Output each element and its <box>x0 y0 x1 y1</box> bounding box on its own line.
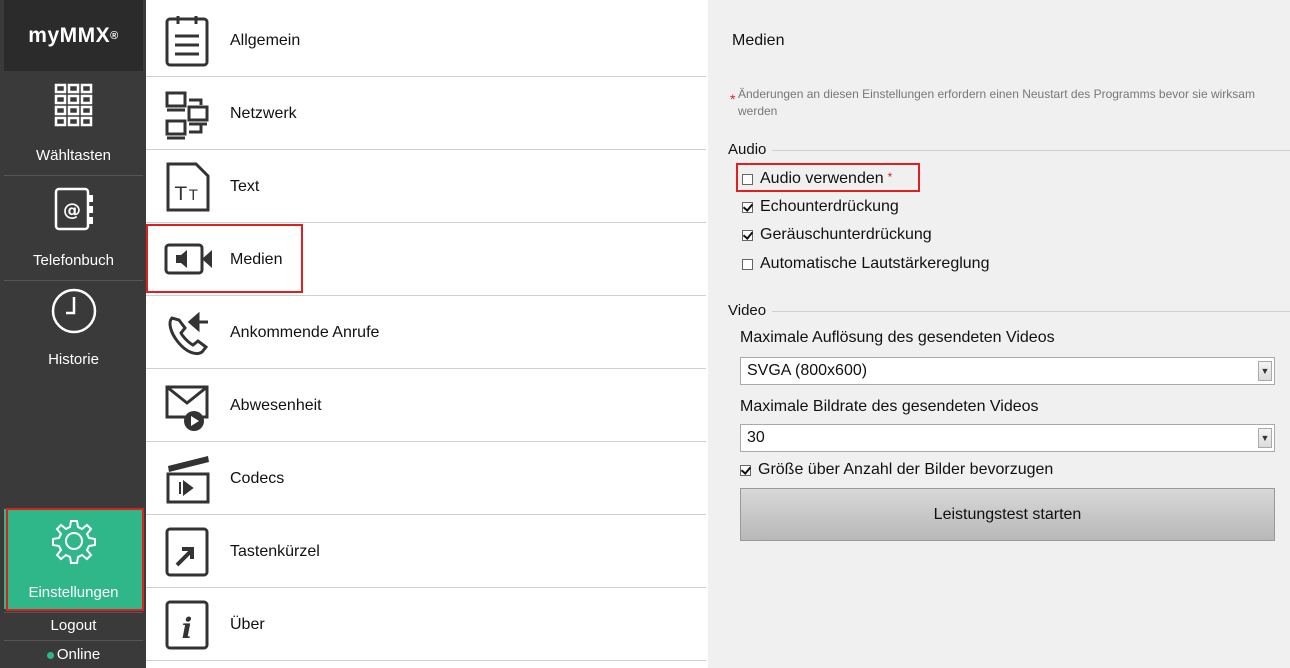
menu-item-label: Abwesenheit <box>230 397 322 414</box>
sidebar-item-label: Historie <box>48 351 99 368</box>
checkbox-box[interactable] <box>740 464 751 476</box>
status-label: Online <box>56 646 101 663</box>
text-icon: T T <box>166 162 210 212</box>
clock-icon <box>51 288 97 334</box>
menu-item-label: Allgemein <box>230 32 301 49</box>
menu-item-label: Über <box>230 616 265 633</box>
svg-text:T: T <box>174 183 187 205</box>
checkbox-label: Echounterdrückung <box>760 198 899 215</box>
phonebook-icon: @ <box>54 187 93 231</box>
restart-note-marker: * <box>730 91 736 107</box>
sidebar-item-historie[interactable]: Historie <box>4 281 143 385</box>
echo-cancellation-checkbox[interactable]: Echounterdrückung <box>742 198 899 216</box>
resolution-select[interactable]: SVGA (800x600) ▼ <box>740 357 1275 385</box>
checkbox-box[interactable] <box>742 201 753 213</box>
menu-item-ueber[interactable]: i Über <box>146 589 706 661</box>
menu-item-allgemein[interactable]: Allgemein <box>146 5 706 77</box>
status-dot-icon <box>46 651 54 659</box>
gear-icon <box>52 520 96 564</box>
checkbox-label: Audio verwenden <box>760 170 884 187</box>
menu-item-label: Codecs <box>230 470 285 487</box>
checkbox-box[interactable] <box>742 258 753 270</box>
page-title: Medien <box>732 32 785 49</box>
chevron-down-icon[interactable]: ▼ <box>1258 361 1272 381</box>
settings-panel: Medien * Änderungen an diesen Einstellun… <box>708 0 1290 668</box>
menu-item-tastenkuerzel[interactable]: Tastenkürzel <box>146 516 706 588</box>
required-marker: * <box>887 170 893 184</box>
checkbox-label: Größe über Anzahl der Bilder bevorzugen <box>758 461 1054 478</box>
resolution-label: Maximale Auflösung des gesendeten Videos <box>740 329 1055 346</box>
logout-link[interactable]: Logout <box>4 613 143 639</box>
checkbox-label: Geräuschunterdrückung <box>760 226 932 243</box>
framerate-label: Maximale Bildrate des gesendeten Videos <box>740 398 1039 415</box>
menu-item-netzwerk[interactable]: Netzwerk <box>146 78 706 150</box>
svg-text:i: i <box>182 612 193 645</box>
absence-icon <box>165 385 209 431</box>
checkbox-box[interactable] <box>742 173 753 185</box>
menu-item-label: Medien <box>230 251 283 268</box>
logo-trademark: ® <box>110 29 119 42</box>
video-section-title: Video <box>728 302 773 319</box>
clapper-icon <box>166 456 210 504</box>
incoming-call-icon <box>168 311 209 356</box>
menu-item-label: Netzwerk <box>230 105 297 122</box>
restart-note: Änderungen an diesen Einstellungen erfor… <box>738 87 1255 118</box>
app-sidebar: myMMX ® Wähltasten @ Telefonbuch Historie <box>0 0 146 668</box>
info-icon: i <box>165 600 209 650</box>
chevron-down-icon[interactable]: ▼ <box>1258 428 1272 448</box>
logout-label: Logout <box>50 617 97 634</box>
resolution-value: SVGA (800x600) <box>747 362 868 379</box>
network-icon <box>165 91 209 140</box>
framerate-value: 30 <box>747 429 765 446</box>
menu-item-text[interactable]: T T Text <box>146 151 706 223</box>
menu-item-ankommende-anrufe[interactable]: Ankommende Anrufe <box>146 297 706 369</box>
checkbox-label: Automatische Lautstärkereglung <box>760 255 990 272</box>
framerate-select[interactable]: 30 ▼ <box>740 424 1275 452</box>
sidebar-item-einstellungen[interactable]: Einstellungen <box>4 509 143 609</box>
menu-item-codecs[interactable]: Codecs <box>146 443 706 515</box>
logo-text: myMMX <box>28 23 111 47</box>
online-status[interactable]: Online <box>4 641 143 668</box>
menu-item-label: Tastenkürzel <box>230 543 320 560</box>
dialpad-icon <box>54 83 93 127</box>
video-fieldset-line <box>728 311 1290 312</box>
menu-item-abwesenheit[interactable]: Abwesenheit <box>146 370 706 442</box>
notepad-icon <box>165 16 209 67</box>
prefer-size-checkbox[interactable]: Größe über Anzahl der Bilder bevorzugen <box>740 461 1053 479</box>
menu-item-label: Ankommende Anrufe <box>230 324 380 341</box>
sidebar-item-label: Telefonbuch <box>33 252 114 269</box>
app-logo: myMMX ® <box>4 0 143 71</box>
sidebar-item-label: Einstellungen <box>28 584 119 601</box>
shortcut-icon <box>165 527 209 577</box>
sidebar-item-label: Wähltasten <box>35 147 112 164</box>
button-label: Leistungstest starten <box>933 506 1082 523</box>
media-icon <box>164 243 212 275</box>
performance-test-button[interactable]: Leistungstest starten <box>740 488 1275 541</box>
menu-item-label: Text <box>230 178 260 195</box>
settings-menu: Allgemein Netzwerk T T Text Medien Ankom… <box>146 0 706 668</box>
svg-text:@: @ <box>63 200 81 221</box>
noise-suppression-checkbox[interactable]: Geräuschunterdrückung <box>742 226 932 244</box>
svg-text:T: T <box>188 188 198 204</box>
menu-item-medien[interactable]: Medien <box>146 224 706 296</box>
sidebar-item-waehltasten[interactable]: Wähltasten <box>4 71 143 175</box>
sidebar-item-telefonbuch[interactable]: @ Telefonbuch <box>4 176 143 280</box>
audio-section-title: Audio <box>728 141 773 158</box>
audio-enable-checkbox[interactable]: Audio verwenden * <box>742 170 892 188</box>
auto-gain-checkbox[interactable]: Automatische Lautstärkereglung <box>742 255 989 273</box>
audio-fieldset-line <box>728 150 1290 151</box>
checkbox-box[interactable] <box>742 229 753 241</box>
